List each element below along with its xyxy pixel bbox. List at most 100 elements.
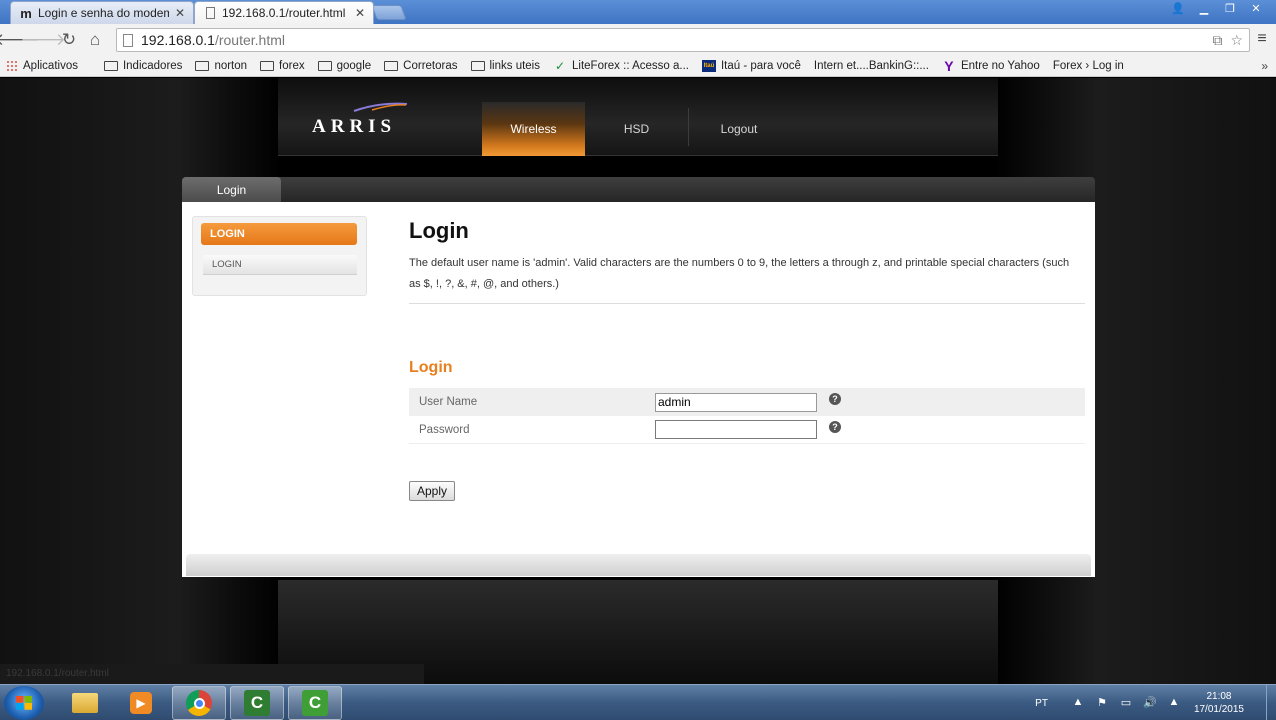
divider — [409, 303, 1085, 304]
page-title: Login — [409, 218, 469, 243]
side-menu: LOGIN LOGIN — [192, 216, 367, 296]
drive-icon[interactable]: ▲ — [1166, 696, 1182, 710]
apps-grid-icon — [6, 59, 18, 72]
browser-tab-strip: m Login e senha do modem ✕ 192.168.0.1/r… — [0, 0, 1276, 24]
media-player-icon: ▶ — [130, 692, 152, 714]
show-desktop-button[interactable] — [1266, 685, 1276, 720]
bookmark-corretoras[interactable]: Corretoras — [384, 60, 458, 72]
language-indicator[interactable]: PT — [1035, 698, 1048, 709]
bookmark-liteforex[interactable]: ✓ LiteForex :: Acesso a... — [553, 58, 689, 73]
folder-icon — [195, 60, 210, 71]
password-label: Password — [419, 423, 470, 436]
page-icon — [203, 6, 217, 20]
section-title: Login — [409, 359, 453, 376]
bookmark-itau[interactable]: Itaú Itaú - para você — [701, 59, 801, 72]
bookmarks-overflow-button[interactable]: » — [1261, 59, 1268, 73]
login-panel: Login LOGIN LOGIN Login The default user… — [182, 177, 1095, 577]
forward-icon[interactable]: 🡒 — [20, 27, 66, 53]
bookmark-forex[interactable]: forex — [260, 60, 305, 72]
chrome-menu-icon[interactable]: ≡ — [1252, 30, 1272, 48]
folder-icon — [384, 60, 399, 71]
username-row: User Name ? — [409, 388, 1085, 416]
panel-tab-bar: Login — [182, 177, 1095, 202]
login-content: Login The default user name is 'admin'. … — [409, 216, 1085, 501]
close-tab-icon[interactable]: ✕ — [175, 6, 185, 20]
taskbar-explorer[interactable] — [58, 686, 112, 720]
action-center-icon[interactable]: ⚑ — [1094, 696, 1110, 710]
system-tray: PT ▲ ⚑ ▭ 🔊 ▲ 21:08 17/01/2015 — [1035, 685, 1276, 720]
username-label: User Name — [419, 396, 478, 408]
window-controls: 👤 ▁ ❐ ✕ — [1166, 0, 1268, 18]
browser-toolbar: 🡐 🡒 ↻ ⌂ 192.168.0.1/router.html ⧉ ☆ — [0, 24, 1276, 55]
login-description: The default user name is 'admin'. Valid … — [409, 257, 1070, 290]
clock-date: 17/01/2015 — [1193, 704, 1244, 715]
close-tab-icon[interactable]: ✕ — [355, 6, 365, 20]
clock-time: 21:08 — [1206, 691, 1232, 702]
tab-router[interactable]: 192.168.0.1/router.html ✕ — [194, 1, 374, 24]
show-hidden-icons-icon[interactable]: ▲ — [1070, 696, 1086, 710]
bookmark-yahoo[interactable]: Y Entre no Yahoo — [942, 57, 1040, 74]
bookmark-star-icon[interactable]: ☆ — [1230, 32, 1243, 49]
bookmark-forex-login[interactable]: Forex › Log in — [0, 60, 1124, 146]
camtasia-icon: C — [302, 690, 328, 716]
chrome-icon — [186, 690, 212, 716]
reload-icon[interactable]: ↻ — [56, 27, 82, 53]
liteforex-icon: ✓ — [554, 58, 566, 73]
nav-logout[interactable]: Logout — [689, 102, 789, 156]
folder-icon — [317, 60, 332, 71]
translate-icon[interactable]: ⧉ — [1212, 32, 1222, 49]
volume-icon[interactable]: 🔊 — [1142, 696, 1158, 710]
bookmark-indicadores[interactable]: Indicadores — [103, 60, 182, 72]
help-icon[interactable]: ? — [829, 393, 841, 405]
page-icon — [123, 33, 133, 47]
close-window-icon[interactable]: ✕ — [1244, 0, 1268, 16]
start-button[interactable] — [4, 686, 44, 720]
clock[interactable]: 21:08 17/01/2015 — [1194, 690, 1244, 716]
tab-title: Login e senha do modem — [38, 6, 169, 20]
nav-wireless[interactable]: Wireless — [482, 102, 585, 156]
bookmarks-bar: Aplicativos Indicadores norton forex goo… — [0, 55, 1276, 146]
windows-taskbar: ▶ C C PT ▲ ⚑ ▭ 🔊 ▲ 21:08 17/01/2015 — [0, 684, 1276, 720]
panel-footer — [186, 554, 1091, 576]
address-bar[interactable]: 192.168.0.1/router.html ⧉ ☆ — [116, 28, 1250, 52]
arris-swoosh-icon — [353, 102, 408, 112]
bookmark-google[interactable]: google — [317, 60, 371, 72]
router-page: ARRIS Wireless HSD Logout Login LOGIN LO… — [0, 78, 1276, 684]
folder-icon — [260, 60, 275, 71]
tab-login-senha[interactable]: m Login e senha do modem ✕ — [10, 1, 194, 24]
taskbar-camtasia-2[interactable]: C — [288, 686, 342, 720]
nav-hsd[interactable]: HSD — [585, 102, 688, 156]
itau-icon: Itaú — [701, 59, 716, 72]
password-input[interactable] — [655, 420, 817, 439]
folder-icon — [72, 693, 98, 713]
home-icon[interactable]: ⌂ — [82, 27, 108, 53]
taskbar-media-player[interactable]: ▶ — [114, 686, 168, 720]
bookmark-internet-banking[interactable]: Intern et....BankinG::... — [0, 60, 929, 146]
user-icon[interactable]: 👤 — [1166, 0, 1190, 16]
taskbar-chrome[interactable] — [172, 686, 226, 720]
yahoo-icon: Y — [944, 57, 954, 74]
folder-icon — [470, 60, 485, 71]
apply-button[interactable]: Apply — [409, 481, 455, 501]
password-row: Password ? — [409, 416, 1085, 444]
help-icon[interactable]: ? — [829, 420, 841, 433]
panel-body: LOGIN LOGIN Login The default user name … — [182, 202, 1095, 577]
new-tab-button[interactable] — [371, 5, 407, 20]
side-menu-header[interactable]: LOGIN — [201, 223, 357, 245]
taskbar-camtasia-1[interactable]: C — [230, 686, 284, 720]
minimize-icon[interactable]: ▁ — [1192, 0, 1216, 16]
username-input[interactable] — [655, 392, 817, 412]
restore-icon[interactable]: ❐ — [1218, 0, 1242, 16]
bookmark-aplicativos[interactable]: Aplicativos — [6, 59, 78, 72]
status-bar-url: 192.168.0.1/router.html — [0, 664, 424, 684]
network-icon[interactable]: ▭ — [1118, 696, 1134, 710]
arris-logo: ARRIS — [312, 116, 397, 137]
tab-title: 192.168.0.1/router.html — [222, 6, 346, 20]
bookmark-links-uteis[interactable]: links uteis — [470, 60, 540, 72]
bookmark-norton[interactable]: norton — [195, 60, 247, 72]
side-menu-item-login[interactable]: LOGIN — [203, 255, 357, 275]
tab-login[interactable]: Login — [182, 177, 281, 202]
url-path: /router.html — [214, 32, 285, 48]
router-header: ARRIS Wireless HSD Logout — [278, 78, 998, 156]
camtasia-icon: C — [244, 690, 270, 716]
